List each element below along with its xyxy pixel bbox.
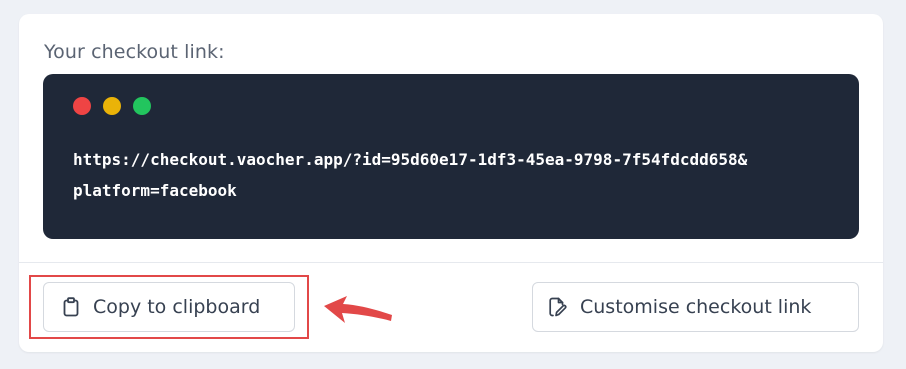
checkout-link-code-block: https://checkout.vaocher.app/?id=95d60e1… bbox=[43, 74, 859, 239]
pointer-arrow-icon bbox=[324, 296, 392, 323]
checkout-link-url: https://checkout.vaocher.app/?id=95d60e1… bbox=[73, 144, 843, 206]
checkout-link-label: Your checkout link: bbox=[44, 41, 225, 63]
checkout-link-url-line-2: platform=facebook bbox=[73, 181, 237, 200]
edit-document-icon bbox=[549, 297, 567, 317]
copy-button-highlight-box bbox=[29, 275, 309, 339]
yellow-window-dot-icon bbox=[103, 97, 121, 115]
green-window-dot-icon bbox=[133, 97, 151, 115]
checkout-link-url-line-1: https://checkout.vaocher.app/?id=95d60e1… bbox=[73, 150, 748, 169]
red-window-dot-icon bbox=[73, 97, 91, 115]
card-divider bbox=[19, 262, 883, 263]
customise-checkout-link-label: Customise checkout link bbox=[580, 296, 812, 318]
customise-checkout-link-button[interactable]: Customise checkout link bbox=[532, 282, 859, 332]
